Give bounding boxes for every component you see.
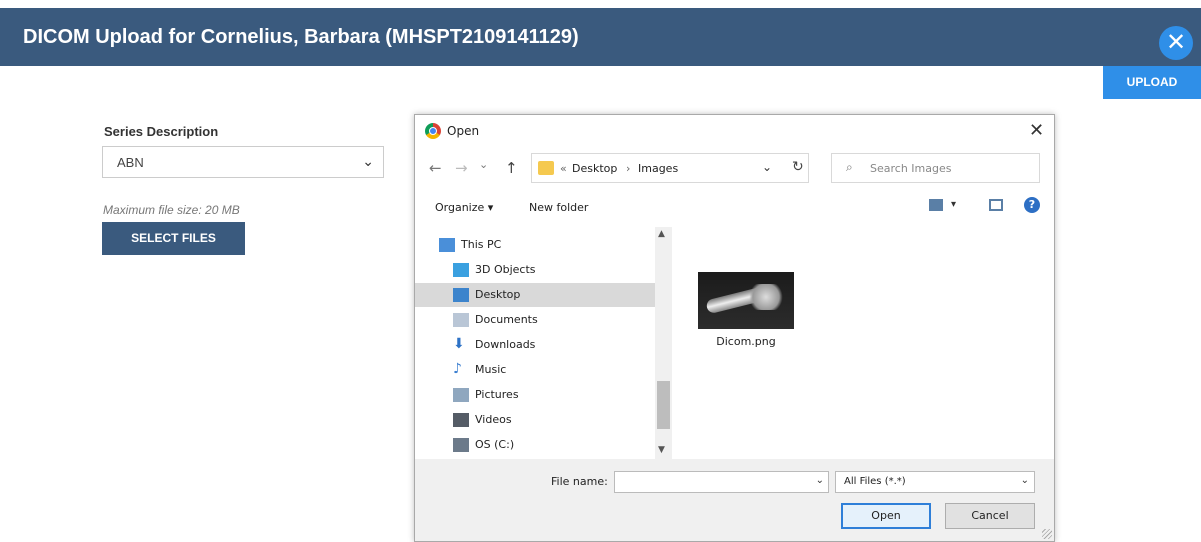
scroll-down-icon[interactable]: ▼ bbox=[658, 445, 665, 455]
max-file-size-note: Maximum file size: 20 MB bbox=[103, 203, 240, 217]
close-icon: ✕ bbox=[1165, 29, 1187, 56]
tree-item-label: Videos bbox=[475, 413, 512, 426]
select-files-button[interactable]: SELECT FILES bbox=[102, 222, 245, 255]
tree-item-label: OS (C:) bbox=[475, 438, 515, 451]
tree-item-label: Pictures bbox=[475, 388, 519, 401]
tree-item-label: Music bbox=[475, 363, 507, 376]
folder-icon bbox=[538, 161, 554, 175]
change-view-icon[interactable] bbox=[929, 199, 943, 211]
tree-item-this-pc[interactable]: This PC bbox=[415, 233, 655, 257]
up-arrow-icon[interactable]: ↑ bbox=[505, 159, 518, 177]
tree-item-desktop[interactable]: Desktop bbox=[415, 283, 655, 307]
chevron-down-icon: ⌄ bbox=[1020, 475, 1029, 486]
chevron-down-icon[interactable]: ⌄ bbox=[816, 475, 824, 486]
xray-image-joint bbox=[746, 284, 786, 310]
music-icon: ♪ bbox=[453, 361, 462, 377]
breadcrumb-overflow[interactable]: « bbox=[560, 162, 567, 175]
tree-item-label: Documents bbox=[475, 313, 538, 326]
dialog-footer: File name: ⌄ All Files (*.*) ⌄ Open Canc… bbox=[415, 459, 1054, 541]
breadcrumb-images[interactable]: Images bbox=[638, 162, 678, 175]
breadcrumb-desktop[interactable]: Desktop bbox=[572, 162, 617, 175]
scrollbar-thumb[interactable] bbox=[657, 381, 670, 429]
tree-item-label: Desktop bbox=[475, 288, 521, 301]
tree-item-label: Downloads bbox=[475, 338, 536, 351]
series-description-value: ABN bbox=[117, 155, 144, 170]
navigation-scrollbar[interactable]: ▲ ▼ bbox=[655, 227, 672, 459]
dialog-close-button[interactable]: ✕ bbox=[1029, 120, 1044, 141]
tree-item-pictures[interactable]: Pictures bbox=[415, 383, 655, 407]
address-dropdown-icon[interactable]: ⌄ bbox=[762, 160, 772, 174]
upload-button[interactable]: UPLOAD bbox=[1103, 66, 1201, 99]
tree-item-3d-objects[interactable]: 3D Objects bbox=[415, 258, 655, 282]
search-input[interactable]: ⌕ Search Images bbox=[831, 153, 1040, 183]
cancel-button[interactable]: Cancel bbox=[945, 503, 1035, 529]
search-placeholder: Search Images bbox=[870, 162, 952, 175]
breadcrumb-separator: › bbox=[626, 162, 631, 175]
file-name-label[interactable]: Dicom.png bbox=[698, 335, 794, 348]
file-name-field-label: File name: bbox=[551, 475, 608, 488]
desktop-icon bbox=[453, 288, 469, 302]
tree-item-label: This PC bbox=[461, 238, 502, 251]
chevron-down-icon: ⌄ bbox=[362, 153, 374, 169]
download-icon: ⬇ bbox=[453, 336, 465, 352]
scroll-up-icon[interactable]: ▲ bbox=[658, 229, 665, 239]
drive-icon bbox=[453, 438, 469, 452]
back-arrow-icon[interactable]: ← bbox=[429, 159, 442, 177]
video-icon bbox=[453, 413, 469, 427]
organize-menu[interactable]: Organize ▾ bbox=[435, 201, 493, 214]
file-name-field[interactable]: ⌄ bbox=[614, 471, 829, 493]
open-file-dialog: Open ✕ ← → ⌄ ↑ « Desktop › Images ⌄ ↻ ⌕ … bbox=[414, 114, 1055, 542]
series-description-select[interactable]: ABN ⌄ bbox=[102, 146, 384, 178]
preview-pane-icon[interactable] bbox=[989, 199, 1003, 211]
cube-icon bbox=[453, 263, 469, 277]
close-button[interactable]: ✕ bbox=[1159, 26, 1193, 60]
refresh-icon[interactable]: ↻ bbox=[792, 159, 804, 175]
file-type-value: All Files (*.*) bbox=[844, 476, 906, 487]
series-description-label: Series Description bbox=[104, 124, 219, 139]
chrome-icon bbox=[425, 123, 441, 139]
tree-item-videos[interactable]: Videos bbox=[415, 408, 655, 432]
open-button[interactable]: Open bbox=[841, 503, 931, 529]
computer-icon bbox=[439, 238, 455, 252]
tree-item-music[interactable]: ♪ Music bbox=[415, 358, 655, 382]
view-options-dropdown[interactable]: ▾ bbox=[951, 199, 956, 210]
address-bar[interactable]: « Desktop › Images ⌄ ↻ bbox=[531, 153, 809, 183]
page-title: DICOM Upload for Cornelius, Barbara (MHS… bbox=[23, 26, 579, 48]
document-icon bbox=[453, 313, 469, 327]
forward-arrow-icon[interactable]: → bbox=[455, 159, 468, 177]
tree-item-label: 3D Objects bbox=[475, 263, 536, 276]
header-bar: DICOM Upload for Cornelius, Barbara (MHS… bbox=[0, 8, 1201, 66]
dialog-title: Open bbox=[447, 124, 480, 138]
search-icon: ⌕ bbox=[846, 160, 853, 174]
navigation-pane: This PC 3D Objects Desktop Documents ⬇ D… bbox=[415, 227, 673, 459]
tree-item-documents[interactable]: Documents bbox=[415, 308, 655, 332]
help-icon[interactable]: ? bbox=[1024, 197, 1040, 213]
file-type-filter[interactable]: All Files (*.*) ⌄ bbox=[835, 471, 1035, 493]
tree-item-downloads[interactable]: ⬇ Downloads bbox=[415, 333, 655, 357]
recent-locations-icon[interactable]: ⌄ bbox=[479, 158, 488, 171]
file-thumbnail[interactable] bbox=[698, 272, 794, 329]
new-folder-button[interactable]: New folder bbox=[529, 201, 588, 214]
resize-grip-icon[interactable] bbox=[1042, 529, 1052, 539]
pictures-icon bbox=[453, 388, 469, 402]
tree-item-os-drive[interactable]: OS (C:) bbox=[415, 433, 655, 457]
